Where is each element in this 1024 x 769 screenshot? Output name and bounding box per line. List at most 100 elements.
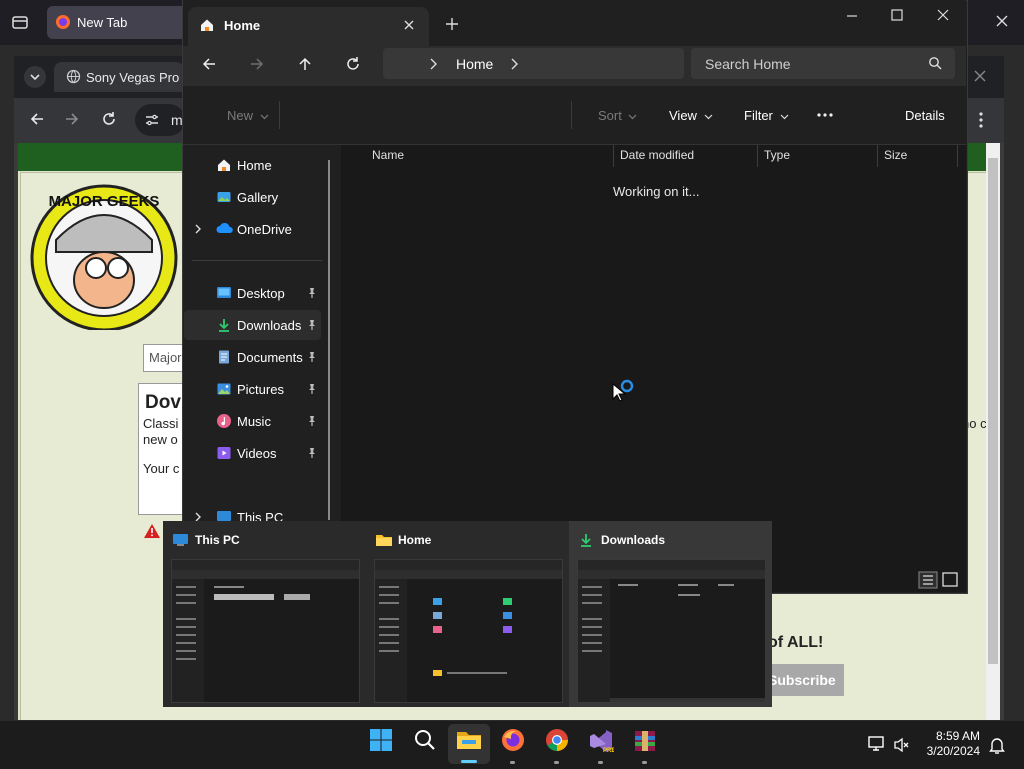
- sidebar-item-label: OneDrive: [237, 222, 292, 237]
- browser-tab-label: New Tab: [77, 15, 128, 30]
- system-clock[interactable]: 8:59 AM 3/20/2024: [918, 729, 980, 759]
- details-view-button[interactable]: [918, 571, 938, 589]
- preview-title: Downloads: [601, 533, 666, 547]
- view-button[interactable]: View: [669, 108, 713, 123]
- subscribe-text: of ALL!: [768, 634, 824, 651]
- details-button[interactable]: Details: [905, 108, 945, 123]
- breadcrumb-chevron-icon[interactable]: [427, 57, 439, 71]
- taskbar-firefox[interactable]: [501, 728, 525, 752]
- nav-forward-icon[interactable]: [248, 55, 266, 73]
- tab-list-icon[interactable]: [10, 12, 30, 32]
- new-tab-plus-icon[interactable]: [444, 16, 460, 32]
- forward-arrow-icon[interactable]: [63, 110, 81, 128]
- sidebar-item-label: Home: [237, 158, 272, 173]
- sidebar-item-gallery[interactable]: Gallery: [184, 182, 321, 212]
- sidebar-item-home[interactable]: Home: [184, 150, 321, 180]
- chrome-omnibox[interactable]: m: [135, 104, 185, 136]
- preview-home[interactable]: Home: [366, 521, 569, 707]
- view-button-label: View: [669, 108, 697, 123]
- explorer-search-box[interactable]: [691, 48, 955, 79]
- taskbar-file-explorer[interactable]: [456, 728, 482, 752]
- pin-icon: [306, 319, 318, 331]
- pin-icon: [306, 351, 318, 363]
- column-divider[interactable]: [957, 145, 958, 167]
- preview-this-pc[interactable]: This PC: [163, 521, 366, 707]
- sidebar-item-videos[interactable]: Videos: [184, 438, 321, 468]
- refresh-icon[interactable]: [344, 55, 362, 73]
- preview-thumbnail: [577, 559, 766, 703]
- folder-icon: [457, 732, 481, 749]
- search-input[interactable]: [691, 48, 925, 79]
- sidebar-scrollbar[interactable]: [328, 160, 330, 520]
- address-bar[interactable]: Home: [383, 48, 684, 79]
- column-divider[interactable]: [757, 145, 758, 167]
- sidebar-item-this-pc[interactable]: This PC: [184, 502, 321, 521]
- chrome-close-icon[interactable]: [972, 68, 988, 84]
- taskbar-chrome[interactable]: [545, 728, 569, 752]
- browser-tab-new-tab[interactable]: New Tab: [47, 6, 187, 39]
- sort-button[interactable]: Sort: [598, 108, 637, 123]
- browser-close-icon[interactable]: [993, 12, 1011, 30]
- sidebar-item-label: Videos: [237, 446, 277, 461]
- taskbar-search-button[interactable]: [413, 728, 437, 752]
- column-header-size[interactable]: Size: [884, 148, 907, 162]
- minimize-icon[interactable]: [844, 8, 860, 24]
- column-header-date-modified[interactable]: Date modified: [620, 148, 694, 162]
- back-arrow-icon[interactable]: [28, 110, 46, 128]
- tab-close-icon[interactable]: [402, 18, 416, 32]
- column-header-name[interactable]: Name: [372, 148, 404, 162]
- sidebar-item-music[interactable]: Music: [184, 406, 321, 436]
- chrome-tab-sony-vegas[interactable]: Sony Vegas Pro 15: [54, 62, 197, 92]
- explorer-tab-home[interactable]: Home: [188, 7, 429, 46]
- more-options-icon[interactable]: [816, 108, 834, 122]
- preview-title: This PC: [195, 533, 240, 547]
- sidebar-item-desktop[interactable]: Desktop: [184, 278, 321, 308]
- pictures-icon: [216, 381, 232, 397]
- running-indicator: [598, 761, 603, 764]
- notification-bell-icon[interactable]: [988, 735, 1006, 755]
- nav-up-icon[interactable]: [296, 55, 314, 73]
- warning-icon: [143, 523, 161, 539]
- taskbar-winrar[interactable]: [632, 728, 658, 754]
- sidebar-item-downloads[interactable]: Downloads: [184, 310, 321, 340]
- firefox-icon: [502, 729, 524, 751]
- window-close-icon[interactable]: [935, 7, 951, 23]
- breadcrumb-chevron-icon[interactable]: [508, 57, 520, 71]
- sidebar-item-onedrive[interactable]: OneDrive: [184, 214, 321, 244]
- column-divider[interactable]: [613, 145, 614, 167]
- preview-downloads[interactable]: Downloads: [569, 521, 772, 707]
- sidebar-item-label: This PC: [237, 510, 284, 521]
- reload-icon[interactable]: [100, 110, 118, 128]
- sidebar-item-documents[interactable]: Documents: [184, 342, 321, 372]
- sidebar-item-label: Documents: [237, 350, 303, 365]
- chrome-tab-label: Sony Vegas Pro 15: [86, 70, 198, 85]
- column-header-type[interactable]: Type: [764, 148, 790, 162]
- search-icon[interactable]: [928, 56, 942, 70]
- computer-icon: [216, 509, 232, 521]
- nav-back-icon[interactable]: [200, 55, 218, 73]
- volume-muted-icon[interactable]: [893, 736, 911, 754]
- network-icon[interactable]: [867, 735, 887, 753]
- chrome-menu-icon[interactable]: [974, 110, 988, 130]
- sidebar-item-label: Gallery: [237, 190, 279, 205]
- clock-time: 8:59 AM: [935, 729, 980, 743]
- site-settings-icon[interactable]: [144, 112, 160, 128]
- page-scrollbar-thumb[interactable]: [988, 158, 998, 664]
- filter-button[interactable]: Filter: [744, 108, 789, 123]
- sidebar-item-pictures[interactable]: Pictures: [184, 374, 321, 404]
- subscribe-button-label: Subscribe: [768, 672, 836, 688]
- svg-text:PRE: PRE: [603, 748, 614, 754]
- new-button[interactable]: New: [227, 108, 269, 123]
- search-icon: [415, 730, 435, 750]
- start-button[interactable]: [369, 728, 393, 752]
- breadcrumb-home[interactable]: Home: [456, 56, 493, 72]
- chrome-tab-search-button[interactable]: [24, 66, 46, 88]
- globe-icon: [66, 69, 81, 84]
- new-button-label: New: [227, 108, 254, 123]
- preview-thumbnail: [374, 559, 563, 703]
- majorgeeks-logo[interactable]: MAJOR GEEKS: [26, 180, 186, 330]
- tiles-view-button[interactable]: [942, 571, 962, 589]
- maximize-icon[interactable]: [889, 7, 905, 23]
- taskbar-visual-studio[interactable]: PRE: [588, 728, 614, 754]
- column-divider[interactable]: [877, 145, 878, 167]
